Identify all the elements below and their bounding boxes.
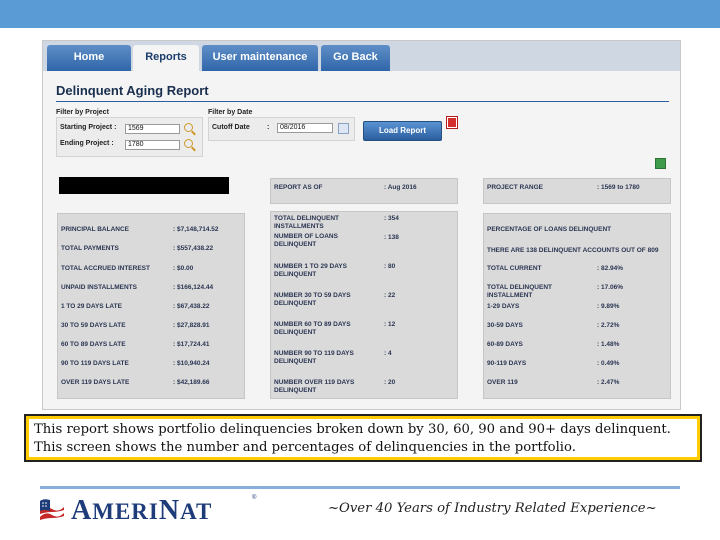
balance-label: 1 TO 29 DAYS LATE bbox=[61, 303, 122, 310]
balance-label: 60 TO 89 DAYS LATE bbox=[61, 341, 126, 348]
pdf-icon[interactable] bbox=[446, 116, 458, 129]
filter-date-heading: Filter by Date bbox=[208, 109, 253, 116]
count-label: NUMBER 90 TO 119 DAYS DELINQUENT bbox=[274, 350, 354, 365]
flag-icon bbox=[40, 499, 64, 523]
tab-reports[interactable]: Reports bbox=[133, 45, 199, 71]
excel-icon[interactable] bbox=[655, 158, 666, 169]
count-value: : 22 bbox=[384, 292, 396, 299]
filter-project-box: Starting Project : Ending Project : bbox=[56, 117, 203, 157]
project-range-label: PROJECT RANGE bbox=[487, 184, 543, 191]
starting-project-label: Starting Project : bbox=[60, 124, 117, 131]
caption-text: This report shows portfolio delinquencie… bbox=[29, 419, 697, 457]
percent-label: 1-29 DAYS bbox=[487, 303, 520, 310]
balance-value: : $7,148,714.52 bbox=[173, 226, 219, 233]
load-report-button[interactable]: Load Report bbox=[363, 121, 442, 141]
tab-home[interactable]: Home bbox=[47, 45, 131, 71]
logo-wordmark: AMERINAT bbox=[71, 495, 213, 526]
percentages-panel: PERCENTAGE OF LOANS DELINQUENT THERE ARE… bbox=[483, 213, 671, 399]
count-label: NUMBER OVER 119 DAYS DELINQUENT bbox=[274, 379, 355, 394]
report-as-of-value: : Aug 2016 bbox=[384, 184, 417, 191]
filter-date-box: Cutoff Date : bbox=[208, 117, 355, 141]
percent-value: : 9.89% bbox=[597, 303, 620, 310]
count-value: : 12 bbox=[384, 321, 396, 328]
amerinat-logo: AMERINAT ® bbox=[38, 495, 264, 529]
starting-project-input[interactable] bbox=[125, 124, 180, 134]
count-value: : 4 bbox=[384, 350, 392, 357]
balance-value: : $10,940.24 bbox=[173, 360, 210, 367]
project-range-value: : 1569 to 1780 bbox=[597, 184, 640, 191]
percent-label: 30-59 DAYS bbox=[487, 322, 523, 329]
balance-value: : $42,189.66 bbox=[173, 379, 210, 386]
balance-value: : $557,438.22 bbox=[173, 245, 214, 252]
filter-project-heading: Filter by Project bbox=[56, 109, 109, 116]
ending-project-input[interactable] bbox=[125, 140, 180, 150]
report-as-of-label: REPORT AS OF bbox=[274, 184, 323, 191]
balance-value: : $67,438.22 bbox=[173, 303, 210, 310]
count-label: NUMBER 1 TO 29 DAYS DELINQUENT bbox=[274, 263, 347, 278]
counts-panel: TOTAL DELINQUENT INSTALLMENTS : 354 NUMB… bbox=[270, 211, 458, 399]
cutoff-date-sep: : bbox=[267, 124, 270, 131]
delinquent-accounts-note: THERE ARE 138 DELINQUENT ACCOUNTS OUT OF… bbox=[487, 247, 659, 254]
count-label: TOTAL DELINQUENT INSTALLMENTS bbox=[274, 215, 339, 230]
balance-label: OVER 119 DAYS LATE bbox=[61, 379, 130, 386]
trademark: ® bbox=[252, 495, 257, 501]
search-icon[interactable] bbox=[184, 139, 193, 148]
search-icon[interactable] bbox=[184, 123, 193, 132]
balance-value: : $27,828.91 bbox=[173, 322, 210, 329]
percent-label: 60-89 DAYS bbox=[487, 341, 523, 348]
top-bar bbox=[0, 0, 720, 28]
balance-value: : $17,724.41 bbox=[173, 341, 210, 348]
percent-value: : 0.49% bbox=[597, 360, 620, 367]
balances-panel: PRINCIPAL BALANCE : $7,148,714.52 TOTAL … bbox=[57, 213, 245, 399]
balance-label: UNPAID INSTALLMENTS bbox=[61, 284, 137, 291]
nav-bar: Home Reports User maintenance Go Back bbox=[43, 41, 680, 71]
app-window: Home Reports User maintenance Go Back De… bbox=[42, 40, 681, 410]
count-value: : 354 bbox=[384, 215, 399, 222]
percent-label: 90-119 DAYS bbox=[487, 360, 527, 367]
cutoff-date-label: Cutoff Date bbox=[212, 124, 250, 131]
project-range-panel: PROJECT RANGE : 1569 to 1780 bbox=[483, 178, 671, 204]
percent-label: TOTAL DELINQUENT INSTALLMENT bbox=[487, 284, 552, 299]
calendar-icon[interactable] bbox=[338, 123, 349, 134]
percent-value: : 1.48% bbox=[597, 341, 620, 348]
redacted-bar bbox=[59, 177, 229, 194]
balance-label: PRINCIPAL BALANCE bbox=[61, 226, 130, 233]
report-as-of-panel: REPORT AS OF : Aug 2016 bbox=[270, 178, 458, 204]
tab-user-maintenance[interactable]: User maintenance bbox=[202, 45, 318, 71]
tagline: ~Over 40 Years of Industry Related Exper… bbox=[328, 501, 657, 516]
percent-label: TOTAL CURRENT bbox=[487, 265, 542, 272]
ending-project-label: Ending Project : bbox=[60, 140, 114, 147]
balance-label: 30 TO 59 DAYS LATE bbox=[61, 322, 126, 329]
page-title: Delinquent Aging Report bbox=[56, 83, 209, 98]
balance-value: : $0.00 bbox=[173, 265, 194, 272]
count-label: NUMBER OF LOANS DELINQUENT bbox=[274, 233, 338, 248]
balance-label: 90 TO 119 DAYS LATE bbox=[61, 360, 129, 367]
count-label: NUMBER 30 TO 59 DAYS DELINQUENT bbox=[274, 292, 351, 307]
percent-value: : 17.06% bbox=[597, 284, 624, 291]
count-value: : 80 bbox=[384, 263, 396, 270]
percent-value: : 82.94% bbox=[597, 265, 624, 272]
footer-divider bbox=[40, 486, 680, 489]
balance-value: : $166,124.44 bbox=[173, 284, 214, 291]
count-label: NUMBER 60 TO 89 DAYS DELINQUENT bbox=[274, 321, 351, 336]
tab-go-back[interactable]: Go Back bbox=[321, 45, 390, 71]
title-divider bbox=[56, 101, 669, 102]
count-value: : 138 bbox=[384, 234, 399, 241]
balance-label: TOTAL PAYMENTS bbox=[61, 245, 119, 252]
cutoff-date-input[interactable] bbox=[277, 123, 333, 133]
percentages-heading: PERCENTAGE OF LOANS DELINQUENT bbox=[487, 226, 612, 233]
caption-box: This report shows portfolio delinquencie… bbox=[24, 414, 702, 462]
percent-value: : 2.47% bbox=[597, 379, 620, 386]
balance-label: TOTAL ACCRUED INTEREST bbox=[61, 265, 150, 272]
percent-label: OVER 119 bbox=[487, 379, 518, 386]
count-value: : 20 bbox=[384, 379, 396, 386]
percent-value: : 2.72% bbox=[597, 322, 620, 329]
